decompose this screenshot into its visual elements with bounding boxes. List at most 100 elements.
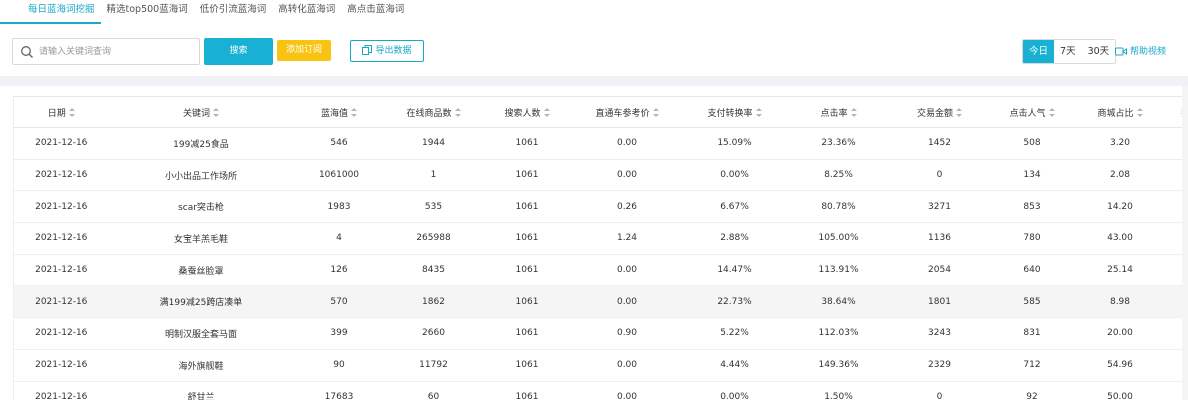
tab-4[interactable]: 高点击蓝海词	[341, 0, 410, 24]
vertical-scrollbar[interactable]	[1182, 86, 1188, 400]
table-cell: 1061	[482, 285, 572, 319]
help-video-link[interactable]: 帮助视频	[1115, 44, 1166, 57]
table-cell: 585	[988, 285, 1076, 319]
table-cell: 1061	[482, 127, 572, 160]
export-data-button[interactable]: 导出数据	[350, 40, 424, 62]
table-cell: 8.98	[1075, 285, 1165, 319]
sort-icon[interactable]	[1048, 107, 1055, 117]
table-header: 日期 关键词 蓝海值 在线商品数 搜索人数 直通车参考价 支付转换率 点击率 交易金额 点击人气 商…	[13, 96, 1188, 128]
table-cell: 0	[890, 159, 989, 192]
range-option-2[interactable]: 30天	[1081, 40, 1116, 63]
table-row: 2021-12-16 明制汉服全套马面 399 2660 1061 0.90 5.22% 11…	[13, 317, 1188, 350]
table-row: 2021-12-16 桑蚕丝脸罩 126 8435 1061 0.00 14.47% 113.…	[13, 254, 1188, 287]
table-cell: 海外旗舰鞋	[108, 349, 294, 382]
table-cell: 50.00	[1075, 381, 1165, 400]
sort-icon[interactable]	[850, 107, 857, 117]
table-cell: 2021-12-16	[13, 127, 109, 160]
table-cell: 0.00%	[682, 381, 787, 400]
table-cell: 2054	[890, 254, 989, 287]
sort-icon[interactable]	[454, 107, 461, 117]
table-cell: 4	[293, 222, 385, 255]
table-cell: 1061	[482, 381, 572, 400]
column-header-label: 支付转换率	[707, 108, 753, 119]
table-cell: 2021-12-16	[13, 254, 109, 287]
tab-1[interactable]: 精选top500蓝海词	[101, 0, 194, 24]
sort-icon[interactable]	[1136, 107, 1143, 117]
table-cell: 1983	[293, 190, 385, 224]
table-cell: 134	[988, 159, 1076, 192]
tab-3[interactable]: 高转化蓝海词	[272, 0, 341, 24]
column-header[interactable]: 交易金额	[890, 96, 989, 128]
table-cell: 831	[988, 317, 1076, 350]
table-cell: 25.14	[1075, 254, 1165, 287]
table-row: 2021-12-16 小小出品工作场所 1061000 1 1061 0.00 0.00% 8…	[13, 159, 1188, 192]
search-button[interactable]: 搜索	[204, 38, 273, 65]
table-cell: 1.24	[571, 222, 683, 255]
column-header[interactable]: 在线商品数	[384, 96, 483, 128]
table-cell: 780	[988, 222, 1076, 255]
table-row: 2021-12-16 海外旗舰鞋 90 11792 1061 0.00 4.44% 149.3…	[13, 349, 1188, 382]
table-cell: 2021-12-16	[13, 349, 109, 382]
help-video-label: 帮助视频	[1130, 47, 1167, 57]
table-cell: 1061	[482, 159, 572, 192]
table-cell: 1061	[482, 317, 572, 350]
table-cell: 0.00	[571, 254, 683, 287]
table-cell: 2021-12-16	[13, 222, 109, 255]
tab-2[interactable]: 低价引流蓝海词	[194, 0, 273, 24]
table-cell: 535	[384, 190, 483, 224]
sort-icon[interactable]	[543, 107, 550, 117]
range-option-0[interactable]: 今日	[1023, 40, 1055, 63]
table-cell: 1862	[384, 285, 483, 319]
sort-icon[interactable]	[351, 107, 357, 117]
table-cell: 1061	[482, 222, 572, 255]
table-cell: 0.26	[571, 190, 683, 224]
column-header[interactable]: 支付转换率	[682, 96, 787, 128]
table-cell: 22.73%	[682, 285, 787, 319]
column-header-label: 蓝海值	[320, 108, 348, 119]
range-option-1[interactable]: 7天	[1054, 40, 1082, 63]
column-header[interactable]: 点击人气	[988, 96, 1076, 128]
table-cell: 2021-12-16	[13, 381, 109, 400]
table-cell: 1061	[482, 190, 572, 224]
column-header[interactable]: 关键词	[108, 96, 294, 128]
table-row: 2021-12-16 scar突击枪 1983 535 1061 0.26 6.67% 80.…	[13, 190, 1188, 224]
keyword-table: 日期 关键词 蓝海值 在线商品数 搜索人数 直通车参考价 支付转换率 点击率 交易金额 点击人气 商…	[13, 96, 1188, 400]
table-cell: 2021-12-16	[13, 159, 109, 192]
export-data-label: 导出数据	[375, 46, 412, 56]
table-body: 2021-12-16 199减25食品 546 1944 1061 0.00 15.09% 2…	[13, 127, 1188, 400]
add-subscription-button[interactable]: 添加订阅	[277, 40, 331, 61]
search-icon	[21, 46, 33, 58]
tab-0[interactable]: 每日蓝海词挖掘	[0, 0, 101, 24]
table-cell: 3271	[890, 190, 989, 224]
results-panel: 日期 关键词 蓝海值 在线商品数 搜索人数 直通车参考价 支付转换率 点击率 交易金额 点击人气 商…	[0, 86, 1188, 400]
column-header-label: 交易金额	[916, 108, 953, 119]
search-input[interactable]	[39, 43, 195, 61]
column-header[interactable]: 商城占比	[1075, 96, 1165, 128]
column-header-label: 关键词	[182, 108, 210, 119]
table-row: 2021-12-16 舒甘兰 17683 60 1061 0.00 0.00% 1.50% 0 9…	[13, 381, 1188, 400]
table-cell: 4.44%	[682, 349, 787, 382]
sort-icon[interactable]	[956, 107, 962, 117]
column-header[interactable]: 搜索人数	[482, 96, 572, 128]
column-header[interactable]: 直通车参考价	[571, 96, 683, 128]
table-cell: 105.00%	[786, 222, 891, 255]
sort-icon[interactable]	[652, 107, 659, 117]
table-cell: 1452	[890, 127, 989, 160]
column-header-label: 直通车参考价	[595, 108, 650, 119]
table-cell: 640	[988, 254, 1076, 287]
table-cell: 0.00	[571, 349, 683, 382]
table-cell: 399	[293, 317, 385, 350]
column-header[interactable]: 蓝海值	[293, 96, 385, 128]
column-header[interactable]: 日期	[13, 96, 109, 128]
table-row: 2021-12-16 女宝羊羔毛鞋 4 265988 1061 1.24 2.88% 105.…	[13, 222, 1188, 255]
search-box[interactable]	[12, 38, 200, 65]
sort-icon[interactable]	[68, 107, 75, 117]
sort-icon[interactable]	[755, 107, 762, 117]
table-cell: 38.64%	[786, 285, 891, 319]
table-cell: 1061000	[293, 159, 385, 192]
date-range-selector: 今日 7天 30天	[1022, 39, 1117, 64]
column-header-label: 商城占比	[1097, 108, 1134, 119]
column-header[interactable]: 点击率	[786, 96, 891, 128]
table-cell: 2.08	[1075, 159, 1165, 192]
sort-icon[interactable]	[213, 107, 219, 117]
